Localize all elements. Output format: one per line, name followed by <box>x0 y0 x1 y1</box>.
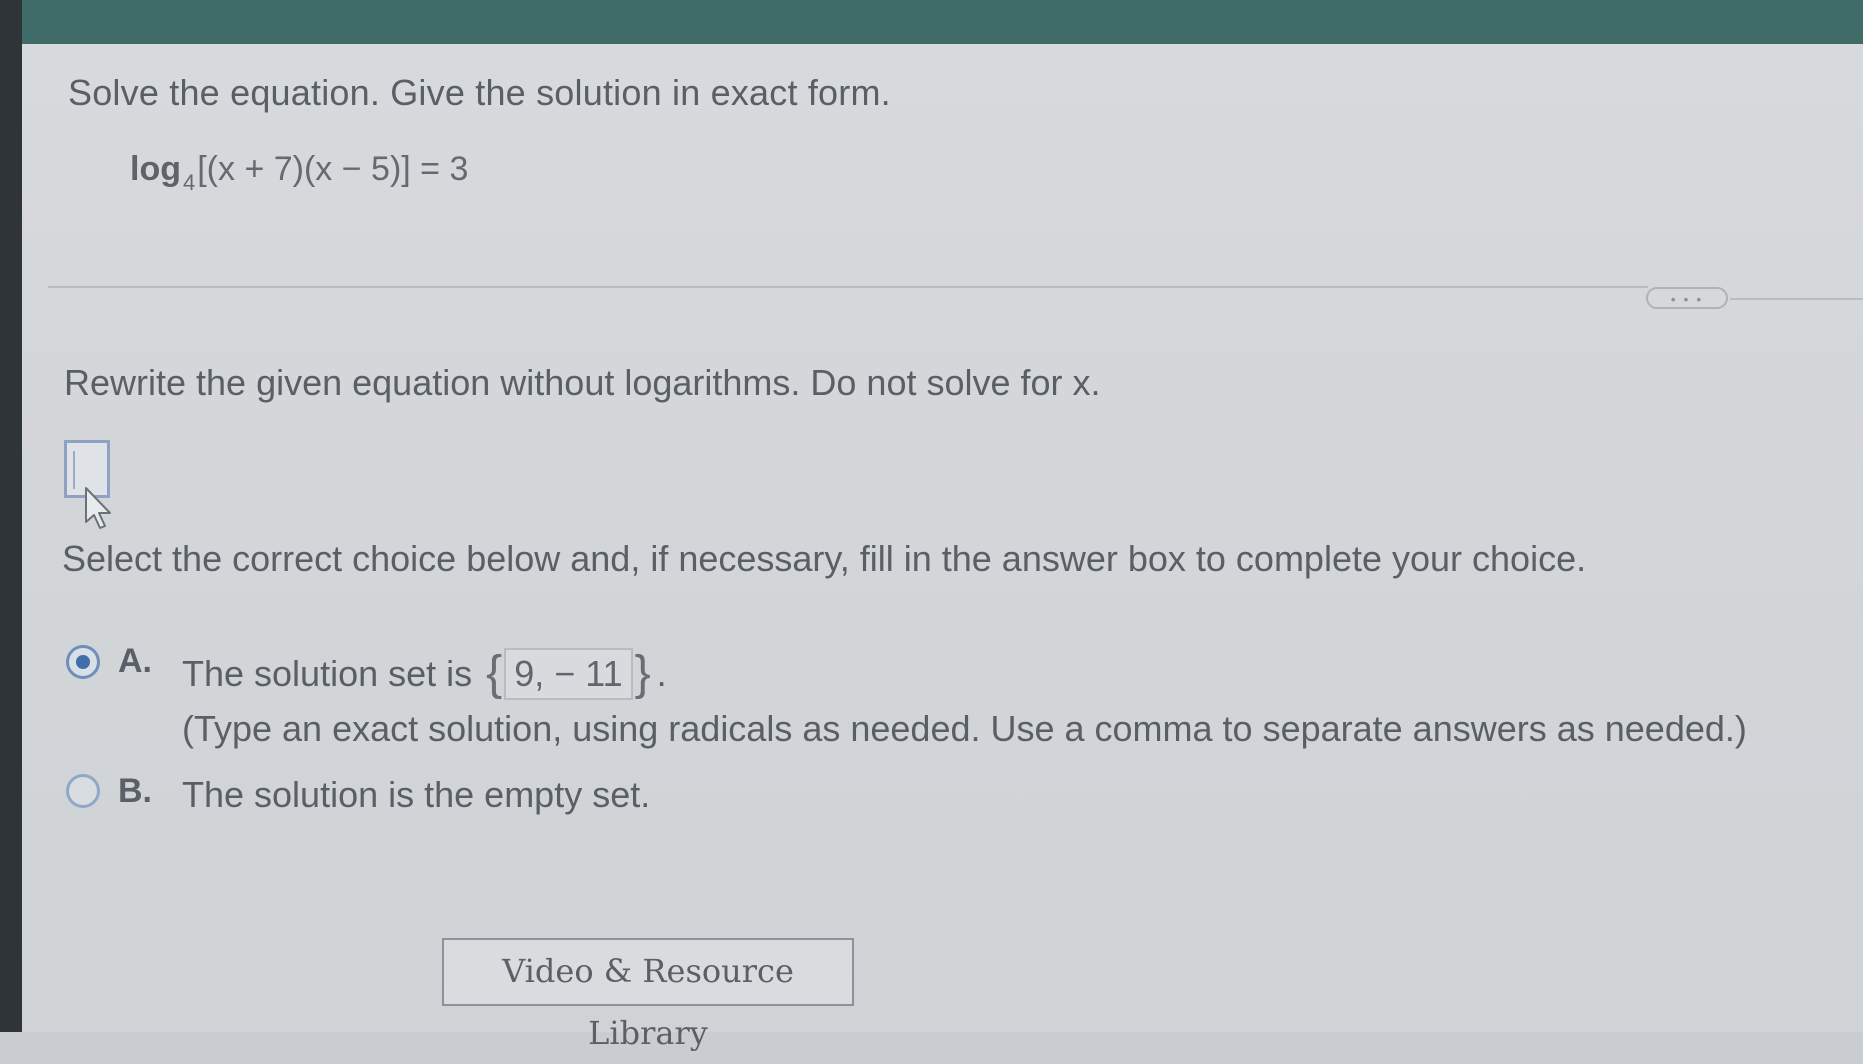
solution-set-input[interactable]: 9, − 11 <box>504 648 633 700</box>
choice-prompt: Select the correct choice below and, if … <box>62 538 1587 579</box>
choice-b-letter: B. <box>118 772 152 810</box>
screen-bezel <box>0 0 22 1032</box>
mouse-cursor-icon <box>85 487 111 529</box>
choice-a-radio[interactable] <box>66 645 100 679</box>
choice-a-hint: (Type an exact solution, using radicals … <box>182 708 1747 749</box>
choice-a-period: . <box>656 653 667 694</box>
step-instruction: Rewrite the given equation without logar… <box>64 362 1101 403</box>
question-title: Solve the equation. Give the solution in… <box>68 72 891 113</box>
video-resource-library-button[interactable]: Video & Resource Library <box>442 938 854 1052</box>
open-brace: { <box>486 647 503 700</box>
section-divider <box>48 286 1648 288</box>
equation-argument: [(x + 7)(x − 5)] = 3 <box>197 150 469 188</box>
choice-a-label: The solution set is <box>182 653 473 694</box>
equation-function: log <box>130 150 181 188</box>
choice-a-text: The solution set is { 9, − 11 } . <box>182 648 667 700</box>
choice-b-text: The solution is the empty set. <box>182 774 651 815</box>
close-brace: } <box>634 647 651 700</box>
equation: log4[(x + 7)(x − 5)] = 3 <box>130 150 469 195</box>
equation-base: 4 <box>182 170 196 195</box>
more-options-button[interactable]: • • • <box>1646 287 1728 309</box>
choice-a-letter: A. <box>118 642 152 680</box>
choice-b-radio[interactable] <box>66 774 100 808</box>
section-divider-right <box>1730 298 1863 300</box>
